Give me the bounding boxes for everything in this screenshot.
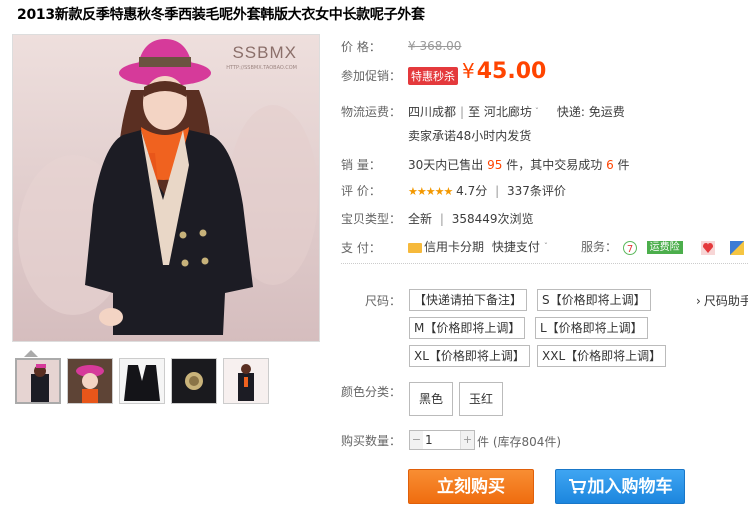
size-option-note[interactable]: 【快递请拍下备注】 (409, 289, 528, 311)
brand-watermark: SSBMX (232, 43, 297, 62)
quantity-stepper: − + (409, 430, 475, 450)
service-label: 服务： (581, 240, 618, 254)
thumbnail-image (172, 359, 216, 403)
ship-to-select[interactable]: 至 河北廊坊 (468, 105, 532, 119)
original-price: ¥ 368.00 (408, 39, 462, 53)
thumb-active-indicator (24, 350, 38, 357)
svg-text:7: 7 (627, 244, 633, 255)
sales-suffix: 件 (617, 158, 630, 172)
promo-row: 参加促销： (341, 67, 407, 84)
thumbnail-image (224, 359, 268, 403)
sales-info: 30天内已售出 95 件，其中交易成功 6 件 (408, 156, 630, 173)
quantity-label: 购买数量： (341, 434, 402, 448)
rating-stars: ★★★★★ (408, 185, 453, 198)
size-option-m[interactable]: M【价格即将上调】 (409, 317, 526, 339)
add-to-cart-label: 加入购物车 (587, 477, 673, 497)
seven-day-return-icon[interactable]: 7 (622, 240, 637, 255)
size-option-xl[interactable]: XL【价格即将上调】 (409, 345, 530, 367)
size-option-l[interactable]: L【价格即将上调】 (535, 317, 648, 339)
rating-label: 评 价： (341, 184, 381, 198)
shipping-insurance-badge[interactable]: 运费险 (646, 241, 683, 254)
sales-label: 销 量： (341, 158, 381, 172)
chevron-down-icon[interactable]: ˇ (535, 107, 539, 116)
sales-row: 销 量： (341, 156, 407, 173)
type-info: 全新 | 358449次浏览 (408, 212, 534, 226)
stock-info: 件 (库存804件) (477, 435, 562, 449)
promo-tag: 特惠秒杀 (408, 67, 458, 85)
cart-icon (568, 472, 586, 494)
sales-mid: 件，其中交易成功 (506, 158, 603, 172)
guarantee-icon[interactable] (730, 240, 745, 255)
thumbnail-image (17, 360, 59, 402)
shipping-info: 四川成都 | 至 河北廊坊 ˇ 快递: 免运费 (408, 105, 625, 119)
add-to-cart-button[interactable]: 加入购物车 (555, 469, 685, 504)
shipping-row: 物流运费： (341, 103, 407, 120)
promo-price: ¥45.00 (462, 59, 546, 84)
price-label: 价 格： (341, 40, 381, 54)
thumbnail-image (120, 359, 164, 403)
promo-label: 参加促销： (341, 69, 402, 83)
shipping-label: 物流运费： (341, 105, 402, 119)
thumbnail-1[interactable] (15, 358, 61, 404)
item-condition: 全新 (408, 212, 433, 226)
buy-now-button[interactable]: 立刻购买 (408, 469, 534, 504)
type-label: 宝贝类型： (341, 212, 402, 226)
divider (341, 263, 748, 264)
shipping-promise: 卖家承诺48小时内发货 (408, 129, 532, 143)
view-count: 358449次浏览 (451, 212, 534, 226)
type-row: 宝贝类型： (341, 210, 407, 227)
ship-from: 四川成都 (408, 105, 457, 119)
chevron-right-icon: › (696, 294, 701, 308)
rating-row: 评 价： (341, 182, 407, 199)
heart-icon[interactable] (700, 240, 715, 255)
currency-symbol: ¥ (462, 59, 475, 83)
credit-card-icon (408, 242, 422, 253)
service-info: 服务： 7 运费险 (581, 238, 745, 255)
quantity-input[interactable] (423, 431, 465, 449)
size-helper-label: 尺码助手 (703, 294, 748, 308)
thumbnail-image (68, 359, 112, 403)
brand-watermark-url: HTTP://SSBMX.TAOBAO.COM (226, 65, 297, 71)
rating-info: ★★★★★ 4.7分 | 337条评价 (408, 184, 566, 198)
increase-button[interactable]: + (460, 431, 474, 449)
size-helper-link[interactable]: › 尺码助手 (696, 292, 748, 309)
sales-count: 95 (487, 158, 503, 172)
promo-price-value: 45.00 (476, 59, 547, 84)
payment-options: 信用卡分期 快捷支付 ˇ (408, 238, 548, 255)
review-count-link[interactable]: 337条评价 (507, 184, 566, 198)
size-option-s[interactable]: S【价格即将上调】 (537, 289, 651, 311)
thumbnail-5[interactable] (223, 358, 269, 404)
chevron-down-icon[interactable]: ˇ (544, 242, 548, 251)
color-option-rose[interactable]: 玉红 (459, 382, 504, 416)
main-product-image[interactable]: SSBMX HTTP://SSBMX.TAOBAO.COM (12, 34, 320, 342)
sales-prefix: 30天内已售出 (408, 158, 484, 172)
shipping-fee: 快递: 免运费 (556, 105, 625, 119)
thumbnail-3[interactable] (119, 358, 165, 404)
price-row: 价 格： (341, 38, 407, 55)
rating-score: 4.7分 (456, 184, 488, 198)
payment-row: 支 付： (341, 239, 407, 256)
color-option-black[interactable]: 黑色 (409, 382, 454, 416)
size-option-xxl[interactable]: XXL【价格即将上调】 (537, 345, 667, 367)
product-title: 2013新款反季特惠秋冬季西装毛呢外套韩版大衣女中长款呢子外套 (17, 7, 425, 23)
thumbnail-2[interactable] (67, 358, 113, 404)
sales-success-count[interactable]: 6 (606, 158, 614, 172)
payment-label: 支 付： (341, 241, 381, 255)
color-label: 颜色分类： (341, 385, 402, 399)
model-photo (13, 35, 319, 341)
credit-installment-link[interactable]: 信用卡分期 (424, 240, 484, 254)
size-label: 尺码： (365, 294, 402, 308)
decrease-button[interactable]: − (410, 431, 424, 449)
thumbnail-4[interactable] (171, 358, 217, 404)
quick-pay-link[interactable]: 快捷支付 (492, 240, 540, 254)
